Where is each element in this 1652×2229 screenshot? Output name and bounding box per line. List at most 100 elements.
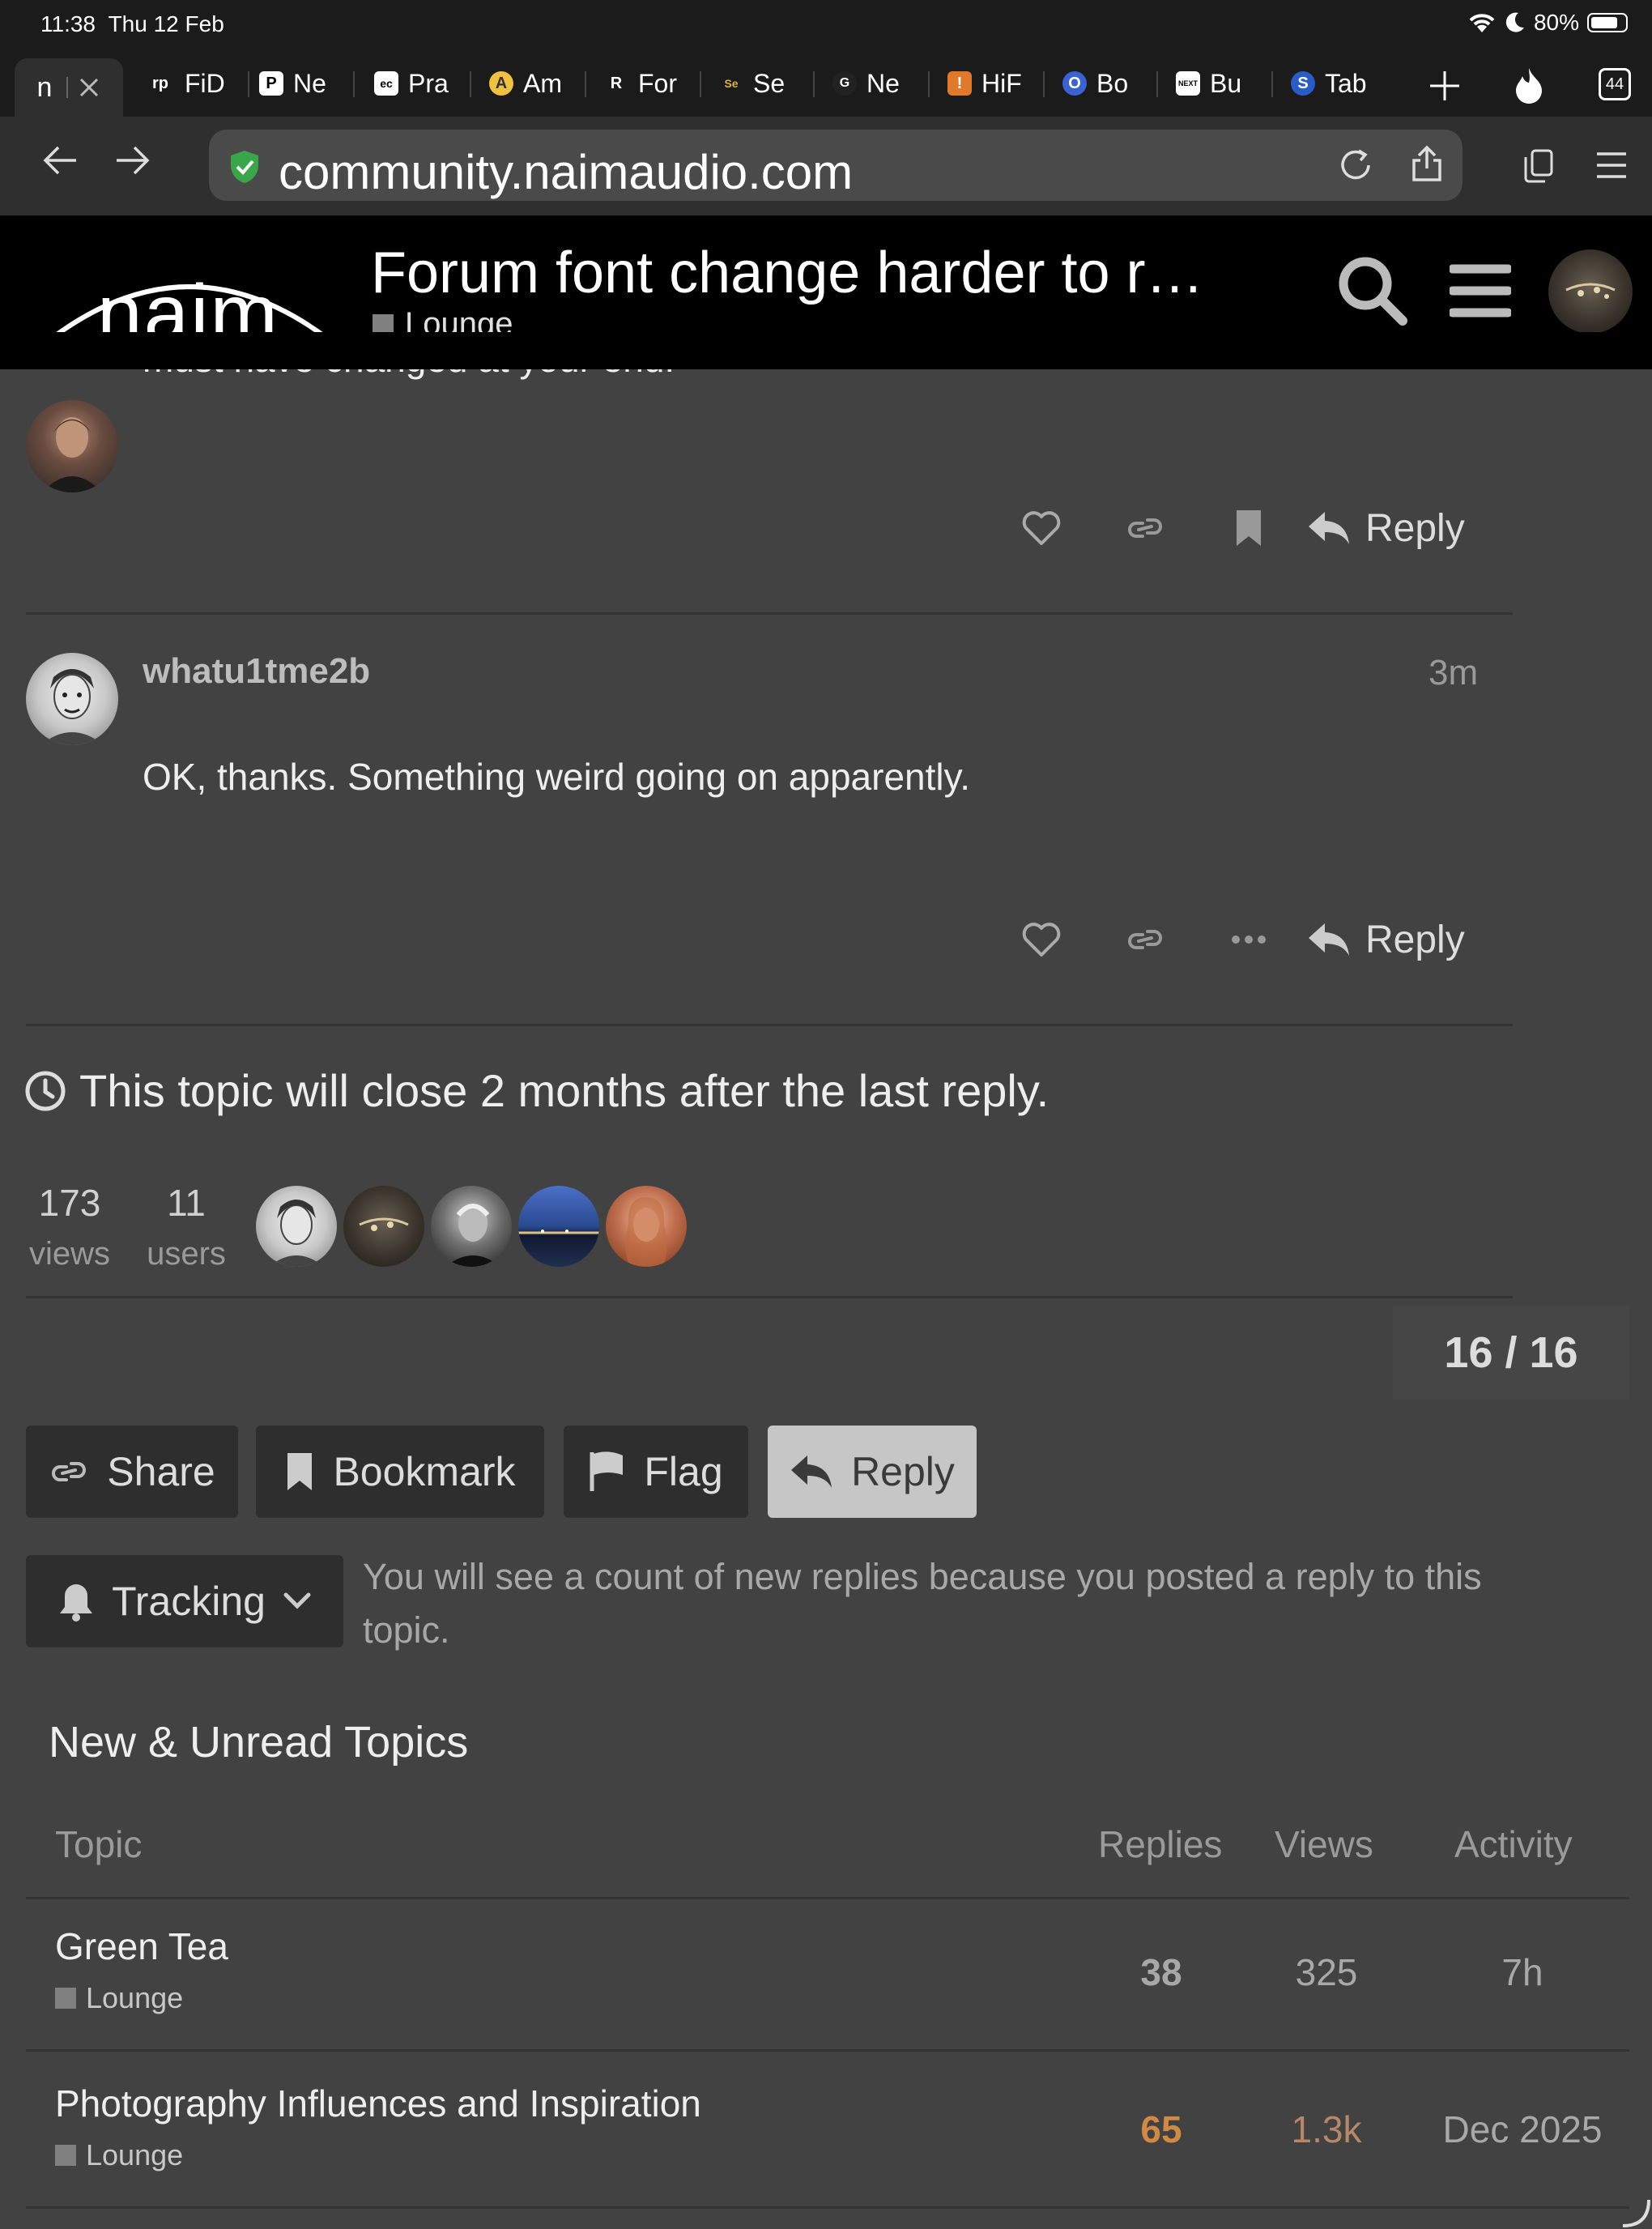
- column-views[interactable]: Views: [1275, 1822, 1373, 1866]
- menu-icon[interactable]: [1595, 151, 1628, 180]
- copy-link-button[interactable]: [1093, 907, 1197, 972]
- url-field[interactable]: community.naimaudio.com: [209, 130, 1463, 201]
- views-count: 173: [38, 1182, 101, 1224]
- tab-label: HiF: [981, 68, 1022, 98]
- previous-post-avatar[interactable]: [26, 400, 118, 492]
- post-body: OK, thanks. Something weird going on app…: [143, 756, 970, 798]
- views-label: views: [28, 1236, 111, 1272]
- reply-arrow-icon: [1309, 923, 1349, 956]
- topic-views: 1.3k: [1291, 2108, 1362, 2150]
- tab-active[interactable]: n: [15, 58, 123, 117]
- participant-avatar[interactable]: [343, 1186, 424, 1267]
- flag-button[interactable]: Flag: [564, 1426, 748, 1518]
- avatar-portrait-icon: [625, 1197, 667, 1267]
- close-tab-icon[interactable]: [78, 76, 100, 99]
- page-title[interactable]: Forum font change harder to r…: [371, 240, 1204, 306]
- header-overlap: [0, 332, 1652, 369]
- tracking-label: Tracking: [112, 1579, 266, 1624]
- tab-fid[interactable]: rp FiD: [146, 58, 225, 109]
- column-replies[interactable]: Replies: [1098, 1822, 1222, 1866]
- tab-se[interactable]: Se Se: [719, 58, 785, 109]
- tab-am[interactable]: A Am: [489, 58, 562, 109]
- forum-icon: R: [610, 74, 623, 92]
- tab-for[interactable]: R For: [604, 58, 677, 109]
- forward-arrow-icon[interactable]: [115, 144, 151, 177]
- share-button[interactable]: Share: [26, 1426, 238, 1518]
- more-actions-button[interactable]: [1197, 907, 1301, 972]
- reply-button[interactable]: Reply: [1307, 918, 1465, 962]
- category-square-icon: [55, 2145, 76, 2166]
- reply-arrow-icon: [1309, 512, 1349, 544]
- topic-replies[interactable]: 38: [1098, 1950, 1224, 1994]
- tab-label: Se: [753, 68, 786, 98]
- new-tab-plus-icon[interactable]: [1428, 70, 1461, 102]
- battery-icon: [1587, 13, 1628, 32]
- share-page-icon[interactable]: [1409, 144, 1445, 183]
- am-icon: A: [489, 71, 513, 96]
- category-square-icon: [55, 1988, 76, 2009]
- topic-category[interactable]: Lounge: [55, 1981, 183, 2015]
- tab-ne-2[interactable]: G Ne: [832, 58, 900, 109]
- reply-button[interactable]: Reply: [1307, 506, 1465, 551]
- topic-activity[interactable]: 7h: [1433, 1950, 1612, 1994]
- tab-label: FiD: [185, 68, 225, 98]
- reload-icon[interactable]: [1338, 147, 1373, 183]
- tab-bo[interactable]: O Bo: [1062, 58, 1128, 109]
- topic-title-link[interactable]: Green Tea: [55, 1924, 228, 1968]
- avatar-pattern-icon: [359, 1217, 409, 1231]
- tab-hif[interactable]: ! HiF: [947, 58, 1022, 109]
- tab-label: Ne: [866, 68, 900, 98]
- reply-topic-button[interactable]: Reply: [768, 1426, 977, 1518]
- tab-label: For: [638, 68, 677, 98]
- search-icon[interactable]: [1336, 254, 1407, 326]
- users-count: 11: [167, 1182, 206, 1224]
- hifi-icon: !: [947, 71, 972, 96]
- column-activity[interactable]: Activity: [1454, 1822, 1573, 1866]
- bookmark-button[interactable]: Bookmark: [256, 1426, 544, 1518]
- tracking-description: You will see a count of new replies beca…: [363, 1556, 1482, 1651]
- tab-ne[interactable]: P Ne: [259, 58, 326, 109]
- participant-avatar[interactable]: [606, 1186, 687, 1267]
- tracking-dropdown[interactable]: Tracking: [26, 1555, 343, 1647]
- participant-avatar[interactable]: [518, 1186, 599, 1267]
- user-avatar[interactable]: [1548, 249, 1633, 334]
- post-avatar[interactable]: [26, 653, 118, 745]
- post-actions: Reply: [990, 907, 1465, 972]
- heart-icon: [1022, 511, 1061, 545]
- bookmark-post-button[interactable]: [1197, 496, 1301, 560]
- bell-icon: [60, 1584, 93, 1622]
- wifi-icon: [1469, 14, 1495, 32]
- share-label: Share: [107, 1449, 215, 1494]
- tab-bu[interactable]: NEXT Bu: [1176, 58, 1241, 109]
- tabs-overview-icon[interactable]: [1522, 147, 1555, 185]
- topic-activity[interactable]: Dec 2025: [1433, 2108, 1612, 2151]
- copy-link-button[interactable]: [1093, 496, 1197, 560]
- secure-shield-icon: [231, 151, 258, 183]
- post-time[interactable]: 3m: [1428, 653, 1478, 693]
- bookmark-label: Bookmark: [333, 1449, 516, 1494]
- tab-pra[interactable]: ec Pra: [374, 58, 449, 109]
- participant-avatar[interactable]: [431, 1186, 512, 1267]
- participant-avatar[interactable]: [256, 1186, 337, 1267]
- ellipsis-icon: [1232, 935, 1266, 944]
- tab-tab[interactable]: S Tab: [1291, 58, 1372, 109]
- post-username[interactable]: whatu1tme2b: [143, 651, 370, 692]
- topic-category[interactable]: Lounge: [55, 2138, 183, 2172]
- topic-progress[interactable]: 16 / 16: [1393, 1306, 1629, 1400]
- avatar-pattern-icon: [1565, 283, 1616, 299]
- like-button[interactable]: [990, 907, 1093, 972]
- post-divider: [26, 1024, 1513, 1026]
- fire-icon[interactable]: [1513, 66, 1545, 104]
- table-divider: [26, 1897, 1629, 1899]
- tab-count-badge[interactable]: 44: [1599, 68, 1631, 100]
- topic-replies[interactable]: 65: [1098, 2108, 1224, 2151]
- back-arrow-icon[interactable]: [42, 144, 78, 177]
- topic-title-link[interactable]: Photography Influences and Inspiration: [55, 2082, 701, 2125]
- like-button[interactable]: [990, 496, 1093, 560]
- suggested-heading: New & Unread Topics: [49, 1718, 469, 1767]
- previous-post-actions: Reply: [990, 496, 1465, 560]
- browser-tab-bar: n rp FiD P Ne ec Pra A Am R For Se Se G Ne ! HiF…: [0, 50, 1652, 117]
- avatar-portrait-icon: [445, 1204, 500, 1267]
- hamburger-menu-icon[interactable]: [1450, 262, 1511, 319]
- avatar-landscape-icon: [518, 1230, 599, 1234]
